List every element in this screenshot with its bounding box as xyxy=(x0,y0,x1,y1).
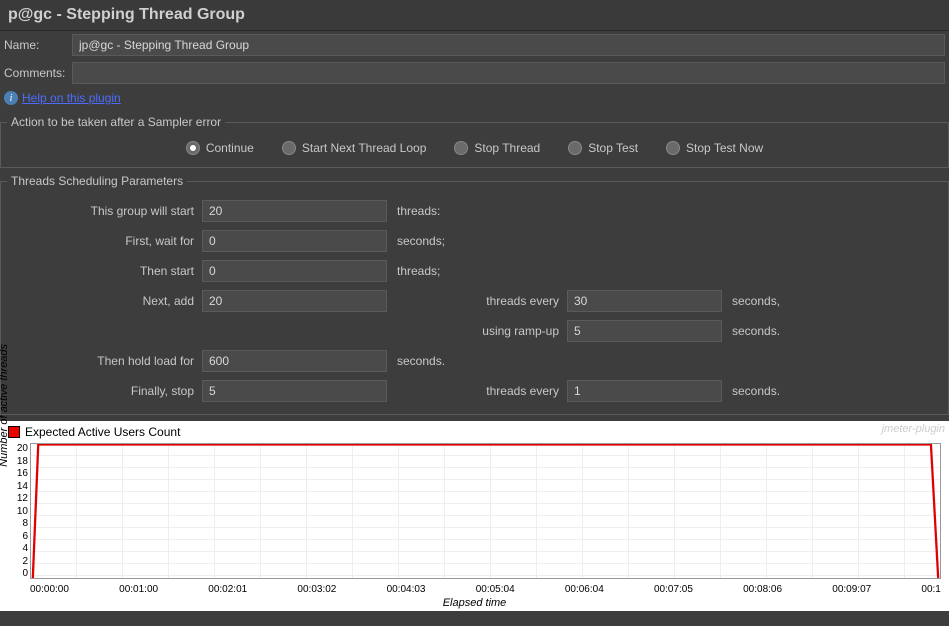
action-radio-row: Continue Start Next Thread Loop Stop Thr… xyxy=(7,137,942,159)
unit-seconds-period: seconds. xyxy=(722,384,780,398)
window-title: p@gc - Stepping Thread Group xyxy=(0,0,949,31)
x-tick: 00:01:00 xyxy=(119,584,158,595)
input-group-start[interactable] xyxy=(202,200,387,222)
unit-seconds-period: seconds. xyxy=(387,354,445,368)
radio-dot-icon xyxy=(454,141,468,155)
input-ramp[interactable] xyxy=(567,320,722,342)
input-then-start[interactable] xyxy=(202,260,387,282)
help-link[interactable]: Help on this plugin xyxy=(22,91,121,105)
comments-label: Comments: xyxy=(4,66,72,80)
x-tick: 00:05:04 xyxy=(476,584,515,595)
x-tick: 00:00:00 xyxy=(30,584,69,595)
radio-stop-test[interactable]: Stop Test xyxy=(568,141,638,155)
label-next-add: Next, add xyxy=(7,294,202,308)
radio-label: Stop Test xyxy=(588,141,638,155)
chart-panel: Expected Active Users Count jmeter-plugi… xyxy=(0,421,949,611)
y-tick: 12 xyxy=(17,493,28,504)
y-tick: 14 xyxy=(17,481,28,492)
label-then-start: Then start xyxy=(7,264,202,278)
radio-dot-icon xyxy=(282,141,296,155)
y-ticks: 20 18 16 14 12 10 8 6 4 2 0 xyxy=(14,443,28,579)
info-icon: i xyxy=(4,91,18,105)
y-tick: 2 xyxy=(22,556,28,567)
row-wait: First, wait for seconds; xyxy=(7,226,942,256)
y-tick: 0 xyxy=(22,568,28,579)
chart-watermark: jmeter-plugin xyxy=(882,423,945,435)
row-then-start: Then start threads; xyxy=(7,256,942,286)
chart-line-svg xyxy=(31,444,940,578)
chart-legend: Expected Active Users Count xyxy=(8,425,180,439)
row-group-start: This group will start threads: xyxy=(7,196,942,226)
row-hold: Then hold load for seconds. xyxy=(7,346,942,376)
unit-seconds-comma: seconds, xyxy=(722,294,780,308)
x-tick: 00:02:01 xyxy=(208,584,247,595)
scheduling-group: Threads Scheduling Parameters This group… xyxy=(0,174,949,415)
input-finally-every[interactable] xyxy=(567,380,722,402)
radio-label: Stop Thread xyxy=(474,141,540,155)
y-tick: 18 xyxy=(17,456,28,467)
legend-text: Expected Active Users Count xyxy=(25,425,180,439)
x-tick: 00:04:03 xyxy=(387,584,426,595)
x-tick: 00:09:07 xyxy=(832,584,871,595)
x-tick: 00:08:06 xyxy=(743,584,782,595)
radio-continue[interactable]: Continue xyxy=(186,141,254,155)
y-axis-label: Number of active threads xyxy=(0,344,10,467)
label-ramp: using ramp-up xyxy=(387,324,567,338)
x-ticks: 00:00:00 00:01:00 00:02:01 00:03:02 00:0… xyxy=(30,584,941,595)
row-finally: Finally, stop threads every seconds. xyxy=(7,376,942,406)
input-wait[interactable] xyxy=(202,230,387,252)
x-tick: 00:06:04 xyxy=(565,584,604,595)
name-input[interactable] xyxy=(72,34,945,56)
label-finally-every: threads every xyxy=(387,384,567,398)
unit-threads: threads: xyxy=(387,204,440,218)
label-group-start: This group will start xyxy=(7,204,202,218)
row-next-add: Next, add threads every seconds, xyxy=(7,286,942,316)
unit-seconds: seconds; xyxy=(387,234,445,248)
comments-row: Comments: xyxy=(0,59,949,87)
radio-label: Start Next Thread Loop xyxy=(302,141,427,155)
input-finally[interactable] xyxy=(202,380,387,402)
unit-seconds-period: seconds. xyxy=(722,324,780,338)
label-threads-every: threads every xyxy=(387,294,567,308)
y-tick: 6 xyxy=(22,531,28,542)
y-tick: 20 xyxy=(17,443,28,454)
unit-threads: threads; xyxy=(387,264,440,278)
y-tick: 4 xyxy=(22,543,28,554)
action-group: Action to be taken after a Sampler error… xyxy=(0,115,949,168)
input-threads-every[interactable] xyxy=(567,290,722,312)
label-wait: First, wait for xyxy=(7,234,202,248)
y-tick: 8 xyxy=(22,518,28,529)
x-tick: 00:1 xyxy=(921,584,940,595)
radio-start-next-loop[interactable]: Start Next Thread Loop xyxy=(282,141,427,155)
y-tick: 16 xyxy=(17,468,28,479)
radio-dot-icon xyxy=(186,141,200,155)
help-row: i Help on this plugin xyxy=(0,87,949,109)
scheduling-legend: Threads Scheduling Parameters xyxy=(7,174,187,188)
radio-label: Continue xyxy=(206,141,254,155)
y-tick: 10 xyxy=(17,506,28,517)
radio-dot-icon xyxy=(666,141,680,155)
radio-label: Stop Test Now xyxy=(686,141,763,155)
x-axis-label: Elapsed time xyxy=(443,597,507,609)
input-next-add[interactable] xyxy=(202,290,387,312)
radio-stop-test-now[interactable]: Stop Test Now xyxy=(666,141,763,155)
row-ramp: using ramp-up seconds. xyxy=(7,316,942,346)
x-tick: 00:03:02 xyxy=(297,584,336,595)
radio-dot-icon xyxy=(568,141,582,155)
plot-area xyxy=(30,443,941,579)
radio-stop-thread[interactable]: Stop Thread xyxy=(454,141,540,155)
label-hold: Then hold load for xyxy=(7,354,202,368)
input-hold[interactable] xyxy=(202,350,387,372)
name-row: Name: xyxy=(0,31,949,59)
label-finally: Finally, stop xyxy=(7,384,202,398)
x-tick: 00:07:05 xyxy=(654,584,693,595)
action-legend: Action to be taken after a Sampler error xyxy=(7,115,225,129)
name-label: Name: xyxy=(4,38,72,52)
comments-input[interactable] xyxy=(72,62,945,84)
